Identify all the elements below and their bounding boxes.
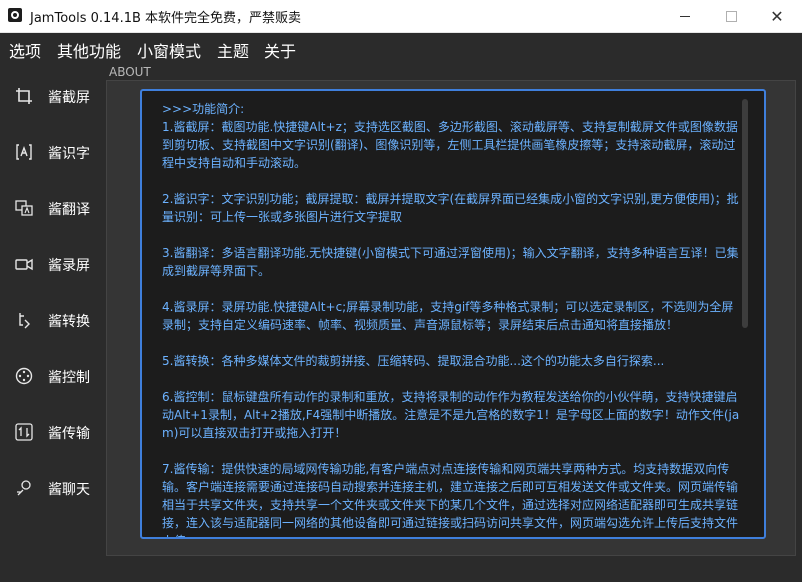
status-bar — [0, 570, 802, 582]
maximize-icon — [725, 10, 737, 22]
sidebar-item-label: 酱录屏 — [48, 258, 90, 274]
menu-options[interactable]: 选项 — [9, 38, 41, 62]
about-text-area[interactable]: >>>功能简介: 1.酱截屏：截图功能.快捷键Alt+z；支持选区截图、多边形截… — [140, 89, 766, 539]
scrollbar[interactable] — [742, 99, 748, 328]
close-icon: ✕ — [770, 6, 784, 26]
chat-icon — [14, 478, 34, 498]
video-camera-icon — [14, 254, 34, 274]
minimize-button[interactable] — [662, 0, 708, 32]
sidebar-item-transfer[interactable]: 酱传输 — [0, 412, 104, 452]
window-title: JamTools 0.14.1B 本软件完全免费，严禁贩卖 — [30, 11, 302, 26]
menu-theme[interactable]: 主题 — [217, 38, 249, 62]
sidebar-item-label: 酱控制 — [48, 370, 90, 386]
sidebar-item-ocr[interactable]: 酱识字 — [0, 132, 104, 172]
sidebar-item-label: 酱聊天 — [48, 482, 90, 498]
sidebar-item-screenshot[interactable]: 酱截屏 — [0, 76, 104, 116]
menu-bar: 选项 其他功能 小窗模式 主题 关于 — [0, 33, 802, 63]
menu-other-functions[interactable]: 其他功能 — [57, 38, 121, 62]
app-icon — [8, 8, 22, 22]
control-icon — [14, 366, 34, 386]
crop-icon — [14, 86, 34, 106]
sidebar-item-control[interactable]: 酱控制 — [0, 356, 104, 396]
sidebar-item-label: 酱传输 — [48, 426, 90, 442]
minimize-icon — [680, 15, 690, 17]
sidebar-item-record[interactable]: 酱录屏 — [0, 244, 104, 284]
sidebar-item-label: 酱转换 — [48, 314, 90, 330]
title-bar: JamTools 0.14.1B 本软件完全免费，严禁贩卖 ✕ — [0, 0, 802, 33]
translate-icon — [14, 198, 34, 218]
menu-mini-mode[interactable]: 小窗模式 — [137, 38, 201, 62]
text-recognition-icon — [14, 142, 34, 162]
close-button[interactable]: ✕ — [754, 0, 800, 32]
sidebar-item-label: 酱截屏 — [48, 90, 90, 106]
about-group-title: ABOUT — [109, 65, 151, 79]
sidebar-item-convert[interactable]: 酱转换 — [0, 300, 104, 340]
transfer-icon — [14, 422, 34, 442]
sidebar: 酱截屏 酱识字 酱翻译 酱录屏 酱转换 酱控制 酱传输 酱聊天 — [0, 66, 104, 570]
sidebar-item-label: 酱识字 — [48, 146, 90, 162]
convert-icon — [14, 310, 34, 330]
sidebar-item-translate[interactable]: 酱翻译 — [0, 188, 104, 228]
sidebar-item-chat[interactable]: 酱聊天 — [0, 468, 104, 508]
sidebar-item-label: 酱翻译 — [48, 202, 90, 218]
maximize-button[interactable] — [708, 0, 754, 32]
about-content: >>>功能简介: 1.酱截屏：截图功能.快捷键Alt+z；支持选区截图、多边形截… — [162, 102, 740, 537]
menu-about[interactable]: 关于 — [264, 38, 296, 62]
